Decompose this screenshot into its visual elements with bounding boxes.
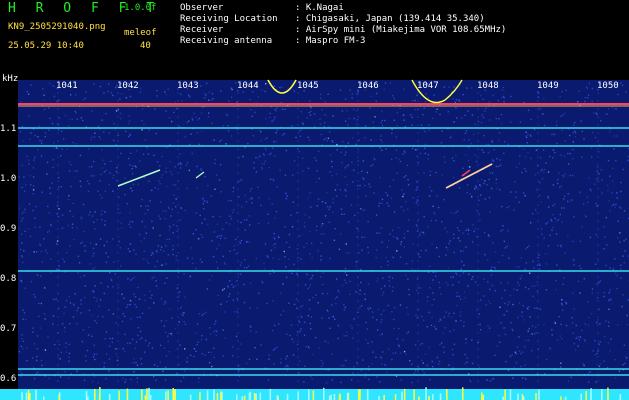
spectrum-peak <box>241 396 243 400</box>
spectrum-peak <box>378 396 380 400</box>
x-tick-label: 1047 <box>417 81 439 91</box>
y-tick-label: 0.8 <box>0 274 17 284</box>
x-tick-label: 1044 <box>237 81 259 91</box>
spectrogram-overlay <box>0 79 629 400</box>
spectrum-peak <box>253 393 256 400</box>
spectrum-peak <box>99 387 101 400</box>
y-tick-label: 0.6 <box>0 374 17 384</box>
spectrum-peak <box>236 394 238 400</box>
spectrum-peak <box>330 394 333 400</box>
x-tick-label: 1046 <box>357 81 379 91</box>
spectrum-peak <box>509 389 512 400</box>
spectrum-peak <box>21 392 23 400</box>
spectrum-peak <box>482 394 485 400</box>
spectrum-peak <box>560 396 562 400</box>
meteor-echo <box>195 171 205 179</box>
spectrum-peak <box>243 395 246 400</box>
spectrum-peak <box>432 394 434 400</box>
spectrum-peak <box>439 393 442 400</box>
spectrum-peak <box>172 388 174 400</box>
y-tick-label: 1.0 <box>0 174 17 184</box>
spectrum-peak <box>590 388 592 400</box>
x-tick-label: 1042 <box>117 81 139 91</box>
spectrum-peak <box>213 389 215 400</box>
spectrum-peak <box>601 389 603 400</box>
spectrum-peak <box>286 394 289 400</box>
spectrum-peak <box>126 388 129 400</box>
spectrum-peak <box>535 393 537 400</box>
spectrum-peak <box>220 391 222 400</box>
spectrum-peak <box>481 392 483 400</box>
spectrum-peak <box>297 391 299 400</box>
spectrum-peak <box>366 389 369 400</box>
spectrum-peak <box>504 389 506 400</box>
spectrum-peak <box>108 394 111 400</box>
y-tick-label: 1.1 <box>0 124 17 134</box>
spectrum-peak <box>174 390 176 400</box>
spectrum-peak <box>276 395 279 400</box>
spectrum-peak <box>446 389 448 400</box>
spectrum-peak <box>148 387 150 400</box>
x-tick-label: 1049 <box>537 81 559 91</box>
spectrum-peak <box>87 396 89 400</box>
y-tick-label: 0.7 <box>0 324 17 334</box>
spectrum-peak <box>538 389 540 400</box>
spectrum-peak <box>418 396 420 400</box>
spectrum-peak <box>403 388 406 400</box>
x-tick-label: 1043 <box>177 81 199 91</box>
meteor-echo <box>445 163 493 189</box>
spectrum-peak <box>94 388 96 400</box>
spectrum-peak <box>522 396 525 400</box>
spectrum-peak <box>189 394 192 400</box>
spectrum-peak <box>216 393 219 400</box>
x-tick-label: 1045 <box>297 81 319 91</box>
spectrum-peak <box>383 395 385 400</box>
spectrum-peak <box>141 389 143 400</box>
spectrum-peak <box>25 392 28 400</box>
spectrum-peak <box>255 393 257 400</box>
spectrum-peak <box>43 396 45 400</box>
spectrum-peak <box>462 387 464 400</box>
spectrum-peak <box>167 390 169 400</box>
spectrum-peak <box>85 391 88 400</box>
spectrum-peak <box>619 394 622 400</box>
spectrum-peak <box>346 392 349 400</box>
spectrum-peak <box>333 394 336 400</box>
spectrum-peak <box>269 388 272 400</box>
spectrum-peak <box>35 389 37 400</box>
spectrum-peak <box>199 392 201 400</box>
spectrum-peak <box>607 387 609 400</box>
spectrum-peak <box>428 396 430 400</box>
spectrum-peak <box>502 396 504 400</box>
spectrum-peak <box>259 392 262 400</box>
spectrum-peak <box>308 389 310 400</box>
spectrum-peak <box>29 393 31 400</box>
spectrum-peak <box>146 388 148 400</box>
spectrum-peak <box>27 390 30 400</box>
spectrum-peak <box>425 387 427 400</box>
spectrum-peak <box>165 391 167 400</box>
spectrum-peak <box>144 395 147 400</box>
spectrum-peak <box>149 395 152 400</box>
spectrum-peak <box>206 390 209 400</box>
spectrum-peak <box>249 391 252 400</box>
spectrum-peak <box>401 391 403 400</box>
spectrum-peak <box>517 393 519 400</box>
spectrum-peak <box>585 391 587 400</box>
spectrum-peak <box>580 393 582 400</box>
spectrum-peak <box>323 387 325 400</box>
y-tick-label: 0.9 <box>0 224 17 234</box>
signal-arc <box>267 79 297 94</box>
spectrum-peak <box>394 394 397 400</box>
x-tick-label: 1041 <box>56 81 78 91</box>
spectrum-peak <box>312 390 315 400</box>
spectrum-peak <box>338 394 341 400</box>
x-tick-label: 1048 <box>477 81 499 91</box>
spectrum-peak <box>413 389 415 400</box>
spectrum-peak <box>359 389 361 400</box>
spectrum-peak <box>118 390 120 400</box>
spectrum-peak <box>328 395 331 400</box>
x-tick-label: 1050 <box>597 81 619 91</box>
spectrum-peak <box>58 395 60 400</box>
